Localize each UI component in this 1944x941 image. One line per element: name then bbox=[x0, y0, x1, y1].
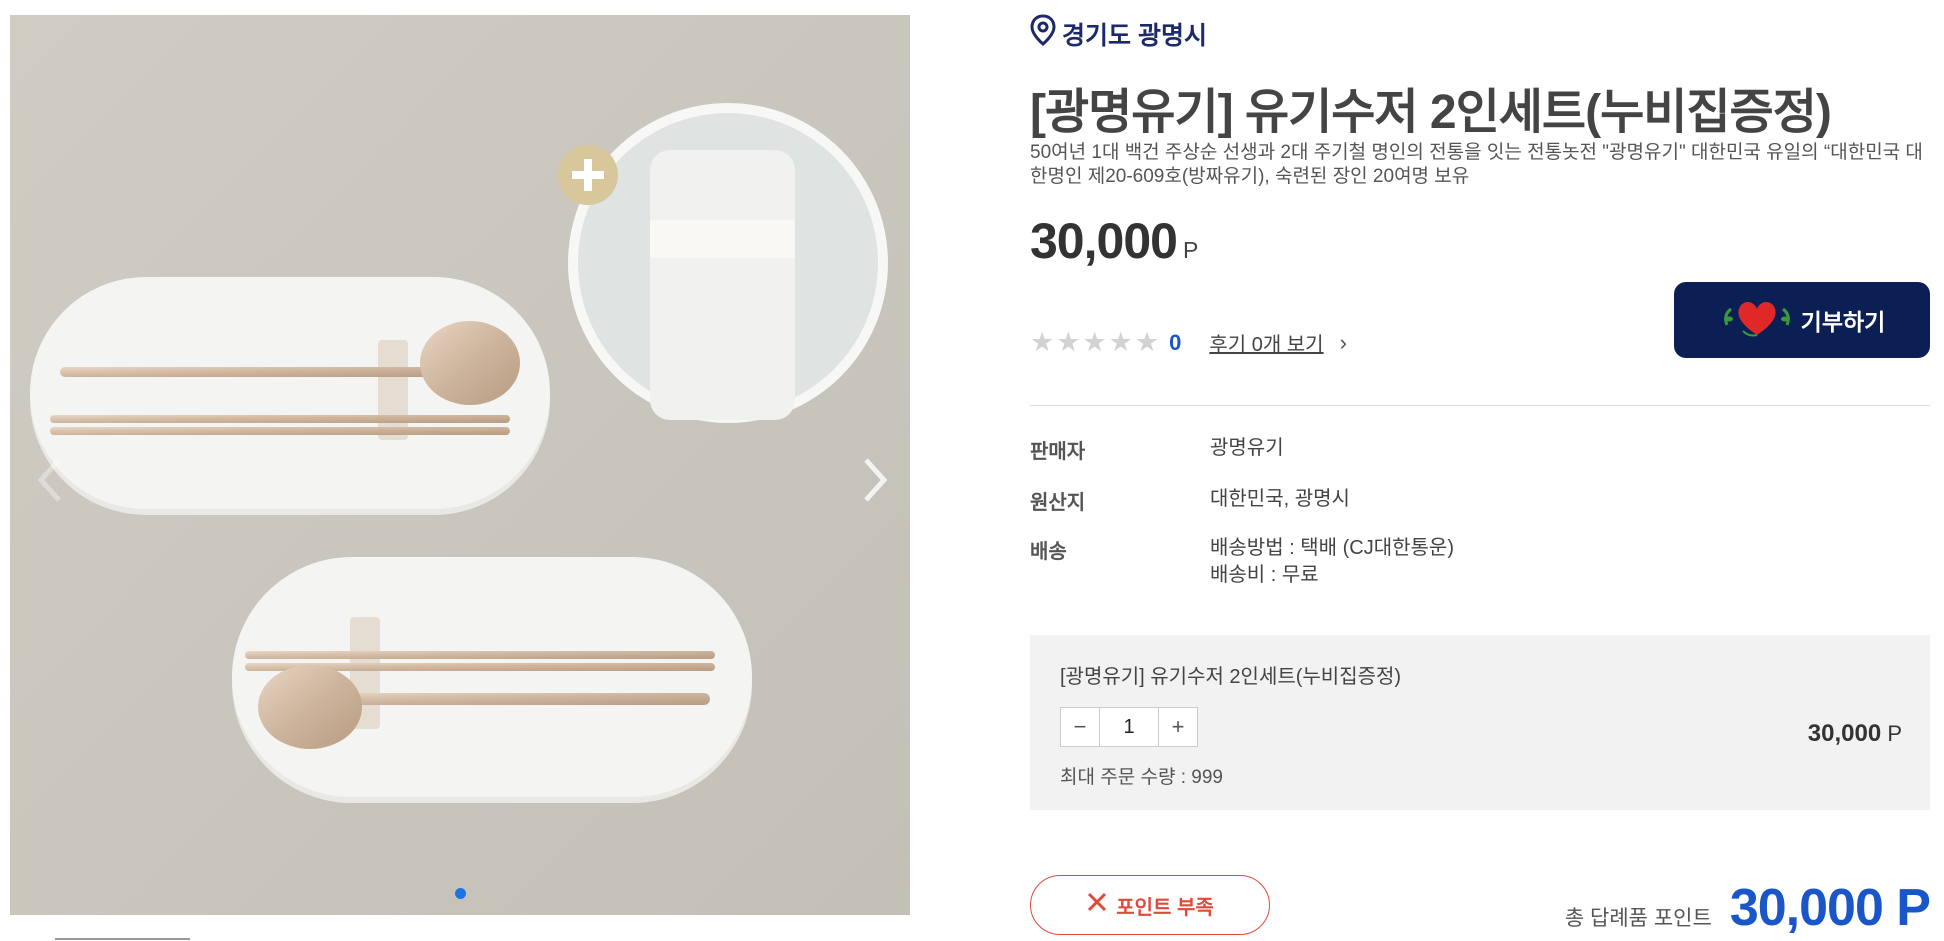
star-icon: ★ bbox=[1082, 327, 1107, 357]
quantity-increase-button[interactable]: + bbox=[1159, 708, 1197, 746]
product-image bbox=[10, 15, 910, 915]
quantity-input[interactable] bbox=[1099, 708, 1159, 746]
gallery-pagination bbox=[10, 888, 910, 899]
quantity-decrease-button[interactable]: − bbox=[1061, 708, 1099, 746]
max-order-quantity: 최대 주문 수량 : 999 bbox=[1060, 767, 1223, 788]
insufficient-points-label: 포인트 부족 bbox=[1116, 896, 1214, 919]
option-box: [광명유기] 유기수저 2인세트(누비집증정) − + 30,000 P 최대 … bbox=[1030, 635, 1930, 810]
product-image-gallery[interactable] bbox=[10, 15, 910, 915]
spec-shipping: 배송 배송방법 : 택배 (CJ대한통운) 배송비 : 무료 bbox=[1030, 535, 1454, 589]
donate-label: 기부하기 bbox=[1800, 309, 1886, 335]
total-points-value: 30,000 P bbox=[1729, 879, 1931, 937]
gallery-dot-active[interactable] bbox=[454, 888, 466, 899]
spec-value-seller: 광명유기 bbox=[1210, 437, 1284, 459]
spec-label-shipping: 배송 bbox=[1030, 541, 1067, 563]
price-unit: P bbox=[1182, 237, 1199, 263]
rating-count: 0 bbox=[1169, 329, 1182, 355]
map-pin-icon bbox=[1030, 14, 1056, 53]
quantity-stepper: − + bbox=[1060, 707, 1198, 747]
star-icon: ★ bbox=[1030, 327, 1055, 357]
shipping-fee: 배송비 : 무료 bbox=[1210, 564, 1319, 586]
star-icon: ★ bbox=[1134, 327, 1160, 357]
product-description: 50여년 1대 백건 주상순 선생과 2대 주기철 명인의 전통을 잇는 전통놋… bbox=[1030, 142, 1923, 187]
option-price: 30,000 P bbox=[1808, 720, 1902, 748]
heart-icon bbox=[1719, 295, 1795, 345]
product-info-panel: 경기도 광명시 [광명유기] 유기수저 2인세트(누비집증정) 50여년 1대 … bbox=[1030, 0, 1931, 941]
option-price-value: 30,000 bbox=[1807, 720, 1882, 747]
spec-label-origin: 원산지 bbox=[1030, 492, 1086, 514]
gallery-next-arrow-icon[interactable] bbox=[850, 445, 900, 515]
location: 경기도 광명시 bbox=[1030, 14, 1207, 53]
star-icon: ★ bbox=[1108, 327, 1133, 357]
chevron-right-icon[interactable]: › bbox=[1340, 330, 1347, 356]
option-name: [광명유기] 유기수저 2인세트(누비집증정) bbox=[1060, 666, 1402, 688]
gallery-prev-arrow-icon[interactable] bbox=[25, 445, 75, 515]
thumbnail-indicator bbox=[55, 938, 190, 940]
donate-button[interactable]: 기부하기 bbox=[1674, 282, 1930, 358]
rating: ★ ★ ★ ★ ★ 0 후기 0개 보기 › bbox=[1030, 328, 1347, 357]
product-price: 30,000 P bbox=[1030, 212, 1198, 270]
spec-origin: 원산지 대한민국, 광명시 bbox=[1030, 486, 1350, 515]
product-title: [광명유기] 유기수저 2인세트(누비집증정) bbox=[1030, 86, 1832, 139]
divider bbox=[1030, 405, 1930, 406]
close-icon bbox=[1086, 891, 1108, 919]
shipping-method: 배송방법 : 택배 (CJ대한통운) bbox=[1210, 537, 1454, 559]
location-text: 경기도 광명시 bbox=[1062, 21, 1207, 50]
reviews-link[interactable]: 후기 0개 보기 bbox=[1209, 328, 1323, 357]
price-value: 30,000 bbox=[1030, 213, 1178, 269]
star-icon: ★ bbox=[1056, 327, 1081, 357]
insufficient-points-button[interactable]: 포인트 부족 bbox=[1030, 875, 1270, 935]
total-points-label: 총 답례품 포인트 bbox=[1564, 907, 1712, 930]
spec-value-origin: 대한민국, 광명시 bbox=[1210, 488, 1350, 510]
spec-seller: 판매자 광명유기 bbox=[1030, 435, 1284, 464]
spec-label-seller: 판매자 bbox=[1030, 441, 1086, 463]
total-points: 총 답례품 포인트 30,000 P bbox=[1564, 878, 1931, 938]
option-price-unit: P bbox=[1887, 721, 1902, 746]
